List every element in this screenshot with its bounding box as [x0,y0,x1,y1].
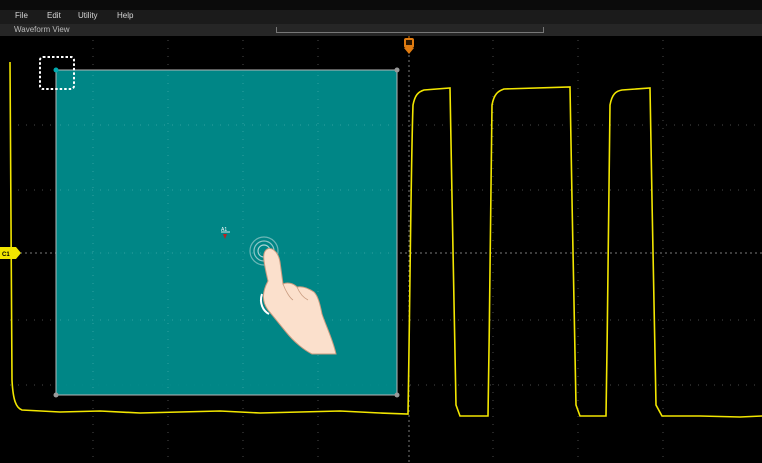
top-strip [0,0,762,10]
menu-bar: File Edit Utility Help [0,0,762,25]
horizontal-position-scrollbar[interactable] [276,27,544,33]
channel-1-ground-marker[interactable]: C1 [0,247,21,259]
zoom-box-handle-bottom-right[interactable] [394,392,400,398]
zoom-box-handle-bottom-left[interactable] [53,392,59,398]
waveform-display[interactable]: A1 C1 [0,36,762,463]
waveform-view-title: Waveform View [14,25,70,34]
trigger-position-marker[interactable] [404,36,414,54]
zoom-box-handle-top-right[interactable] [394,67,400,73]
zoom-box-handle-top-left[interactable] [53,67,59,73]
channel-1-label: C1 [2,252,10,258]
menu-file[interactable]: File [15,11,28,20]
menu-edit[interactable]: Edit [47,11,61,20]
menu-help[interactable]: Help [117,11,133,20]
zoom-marker-label: A1 [221,227,227,233]
menu-utility[interactable]: Utility [78,11,98,20]
